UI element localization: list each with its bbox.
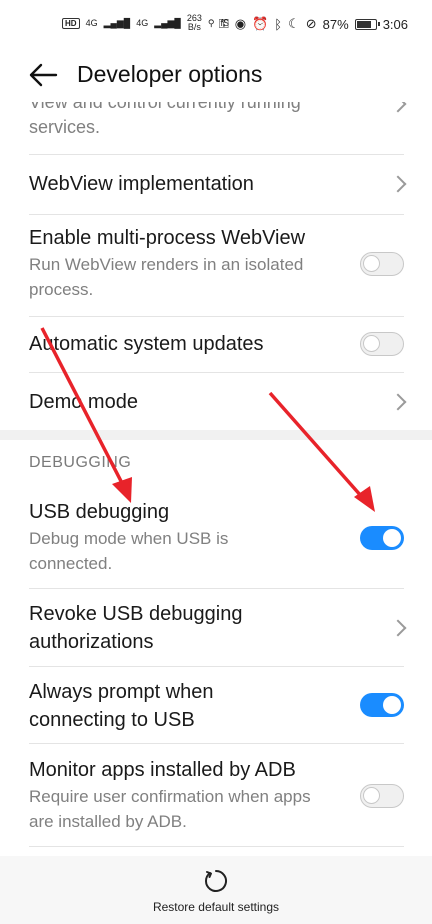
always-prompt-usb-toggle[interactable] <box>360 693 404 717</box>
signal-1-label: 4G <box>85 18 98 28</box>
divider <box>29 154 404 155</box>
monitor-adb-apps-toggle[interactable] <box>360 784 404 808</box>
eye-icon: ◉ <box>234 16 247 31</box>
battery-saver-icon: ⊘ <box>305 16 317 31</box>
status-bar: HD 4G ▂▄▆█ 4G ▂▄▆█ 263 B/s ⚲ fS ⚿ ◉ ⏰ ᛒ … <box>0 0 432 50</box>
toggle-knob <box>383 696 401 714</box>
item-title: Demo mode <box>29 391 138 413</box>
battery-fill <box>356 20 372 28</box>
back-arrow-icon[interactable] <box>28 62 58 88</box>
list-item-demo-mode[interactable]: Demo mode <box>29 388 404 416</box>
item-title: Automatic system updates <box>29 333 264 355</box>
signal-bars-icon: ▂▄▆█ <box>103 17 131 28</box>
battery-icon <box>354 18 380 30</box>
chevron-right-icon <box>389 619 407 637</box>
automatic-updates-toggle[interactable] <box>360 332 404 356</box>
item-subtitle: Require user confirmation when apps are … <box>29 787 311 831</box>
list-item-monitor-adb-apps[interactable]: Monitor apps installed by ADB Require us… <box>29 756 339 834</box>
clock: 3:06 <box>382 16 408 32</box>
item-title: Monitor apps installed by ADB <box>29 759 296 781</box>
key-icon: ⚿ <box>218 16 229 31</box>
net-speed-unit: B/s <box>187 22 201 32</box>
divider <box>29 316 404 317</box>
usb-icon: ⚲ <box>207 17 215 28</box>
item-title: Enable multi-process WebView <box>29 227 306 249</box>
page-title: Developer options <box>77 61 263 87</box>
list-item-revoke-usb-authorizations[interactable]: Revoke USB debugging authorizations <box>29 600 289 656</box>
item-title: WebView implementation <box>29 173 254 195</box>
divider <box>29 214 404 215</box>
annotation-arrowhead-2 <box>354 486 375 512</box>
toggle-knob <box>363 255 380 272</box>
item-title: Revoke USB debugging authorizations <box>29 603 243 653</box>
restore-icon[interactable] <box>203 868 229 894</box>
list-item-automatic-updates[interactable]: Automatic system updates <box>29 330 349 358</box>
divider <box>29 588 404 589</box>
toggle-knob <box>363 335 380 352</box>
battery-percent: 87% <box>322 16 349 32</box>
section-header-debugging: DEBUGGING <box>29 454 132 471</box>
signal-bars-icon: ▂▄▆█ <box>154 17 181 28</box>
bluetooth-icon: ᛒ <box>274 16 283 32</box>
toggle-knob <box>363 787 380 804</box>
divider <box>29 846 404 847</box>
item-subtitle: Run WebView renders in an isolated proce… <box>29 255 304 299</box>
alarm-icon: ⏰ <box>252 16 269 31</box>
item-title: Always prompt when connecting to USB <box>29 681 214 731</box>
item-subtitle: Debug mode when USB is connected. <box>29 529 229 573</box>
divider <box>29 743 404 744</box>
hd-badge: HD <box>62 17 80 29</box>
list-item-webview-implementation[interactable]: WebView implementation <box>29 170 404 198</box>
restore-default-settings-button[interactable]: Restore default settings <box>0 900 432 914</box>
list-item-always-prompt-usb[interactable]: Always prompt when connecting to USB <box>29 678 269 734</box>
divider <box>29 372 404 373</box>
list-item-multiprocess-webview[interactable]: Enable multi-process WebView Run WebView… <box>29 224 349 302</box>
usb-debugging-toggle[interactable] <box>360 526 404 550</box>
app-bar: Developer options <box>0 50 432 102</box>
moon-icon: ☾ <box>288 16 300 31</box>
list-item-usb-debugging[interactable]: USB debugging Debug mode when USB is con… <box>29 498 349 576</box>
multiprocess-webview-toggle[interactable] <box>360 252 404 276</box>
status-right: ⚿ ◉ ⏰ ᛒ ☾ ⊘ 87% 3:06 <box>219 16 408 32</box>
net-speed: 263 B/s <box>187 14 202 32</box>
item-title: USB debugging <box>29 501 170 523</box>
section-separator <box>0 430 432 440</box>
status-left: HD 4G ▂▄▆█ 4G ▂▄▆█ 263 B/s ⚲ fS <box>62 14 229 32</box>
bottom-bar: Restore default settings <box>0 856 432 924</box>
signal-2-label: 4G <box>136 18 149 28</box>
divider <box>29 666 404 667</box>
toggle-knob <box>383 529 401 547</box>
